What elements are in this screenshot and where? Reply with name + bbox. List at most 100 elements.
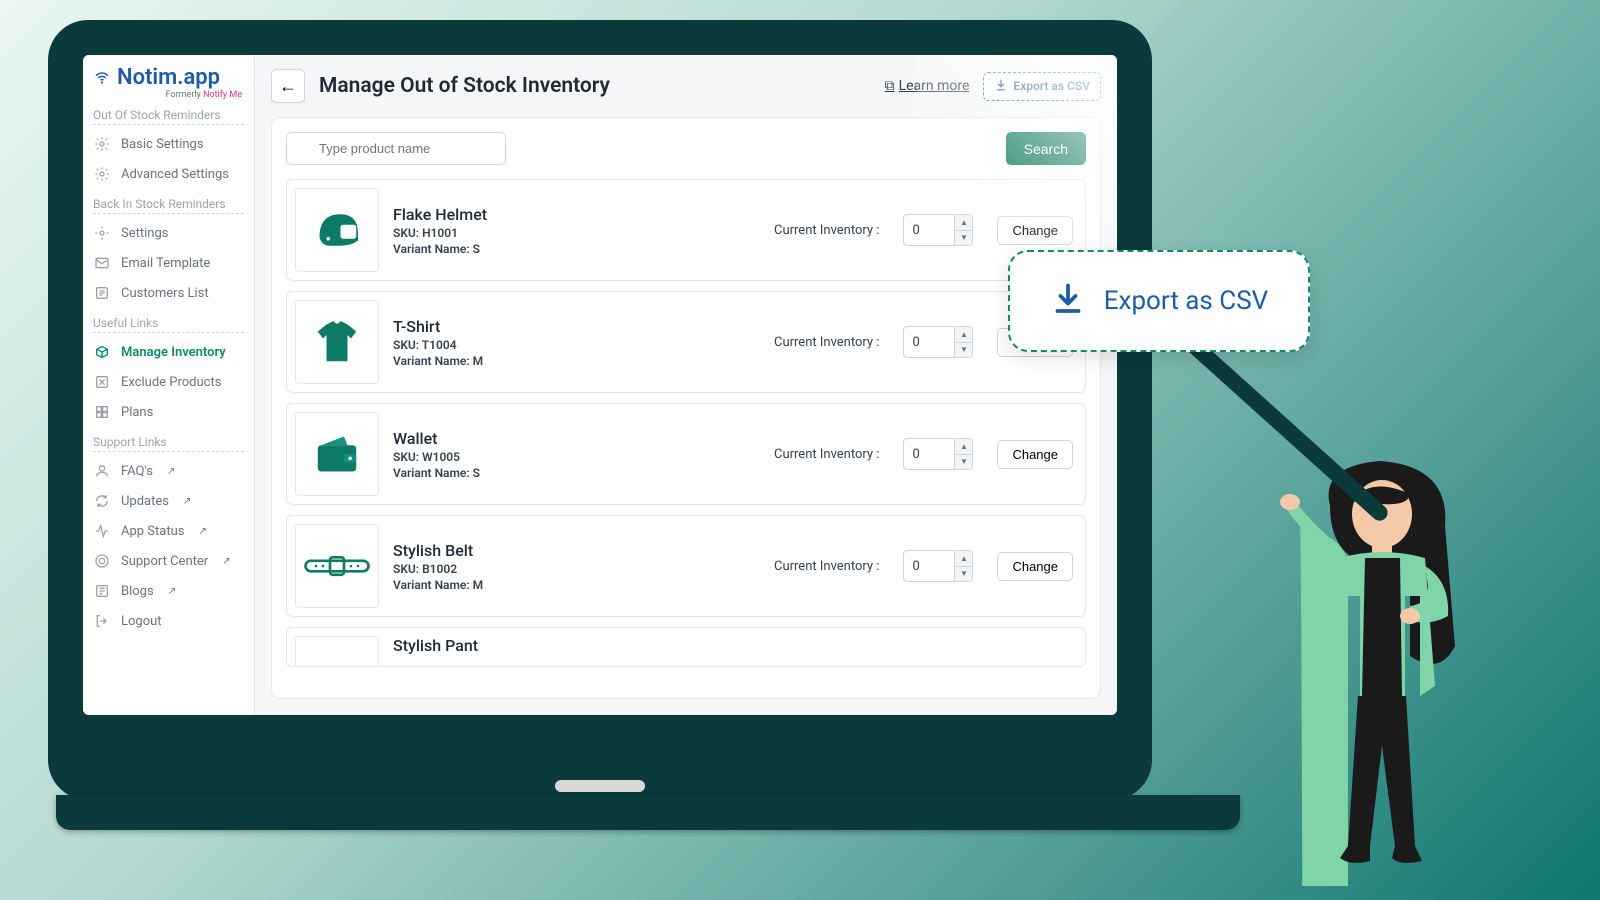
- exclude-icon: [93, 373, 111, 391]
- sidebar-item-label: Email Template: [121, 256, 210, 271]
- inventory-value: 0: [904, 551, 954, 581]
- external-link-icon: ↗: [183, 496, 191, 507]
- export-csv-button[interactable]: Export as CSV: [983, 72, 1101, 101]
- product-row: WalletSKU: W1005Variant Name: SCurrent I…: [286, 403, 1086, 505]
- change-button[interactable]: Change: [997, 440, 1073, 469]
- external-link-icon: ↗: [167, 466, 175, 477]
- arrow-left-icon: ←: [279, 76, 297, 97]
- sidebar-item-settings[interactable]: Settings: [83, 218, 254, 248]
- learn-more-link[interactable]: ⧉ Learn more: [885, 78, 970, 94]
- change-button[interactable]: Change: [997, 552, 1073, 581]
- page-header: ← Manage Out of Stock Inventory ⧉ Learn …: [255, 55, 1117, 117]
- search-row: Search: [286, 132, 1086, 165]
- export-label: Export as CSV: [1013, 79, 1090, 93]
- sidebar-item-app-status[interactable]: App Status ↗: [83, 516, 254, 546]
- inventory-label: Current Inventory :: [774, 447, 879, 462]
- step-up-button[interactable]: ▲: [955, 551, 972, 567]
- product-name: T-Shirt: [393, 317, 760, 336]
- refresh-icon: [93, 492, 111, 510]
- product-row: Stylish BeltSKU: B1002Variant Name: M Cur…: [286, 515, 1086, 617]
- step-down-button[interactable]: ▼: [955, 455, 972, 470]
- inventory-label: Current Inventory :: [774, 223, 879, 238]
- download-icon: [994, 78, 1008, 95]
- product-info: Stylish Pant: [393, 636, 1073, 655]
- inventory-value: 0: [904, 439, 954, 469]
- sidebar-item-label: Settings: [121, 226, 168, 241]
- grid-icon: [93, 403, 111, 421]
- sidebar-item-updates[interactable]: Updates ↗: [83, 486, 254, 516]
- product-variant: Variant Name: M: [393, 354, 760, 368]
- sidebar-item-blogs[interactable]: Blogs ↗: [83, 576, 254, 606]
- inventory-icon: [93, 343, 111, 361]
- logout-icon: [93, 612, 111, 630]
- inventory-stepper[interactable]: 0▲▼: [903, 550, 973, 582]
- product-variant: Variant Name: S: [393, 242, 760, 256]
- inventory-card: Search Flake HelmetSKU: H1001Variant Nam…: [271, 117, 1101, 699]
- sidebar-section-support-links: Support Links: [93, 435, 244, 452]
- back-button[interactable]: ←: [271, 69, 305, 103]
- sidebar-section-out-of-stock: Out Of Stock Reminders: [93, 108, 244, 125]
- product-info: Flake HelmetSKU: H1001Variant Name: S: [393, 205, 760, 256]
- callout-label: Export as CSV: [1104, 286, 1268, 316]
- sidebar-section-useful-links: Useful Links: [93, 316, 244, 333]
- product-thumbnail: [295, 412, 379, 496]
- step-up-button[interactable]: ▲: [955, 439, 972, 455]
- blog-icon: [93, 582, 111, 600]
- product-row: T-Shirt SKU: T1004 Variant Name: M Current …: [286, 291, 1086, 393]
- step-down-button[interactable]: ▼: [955, 231, 972, 246]
- product-thumbnail: [295, 524, 379, 608]
- sidebar-item-label: Plans: [121, 405, 153, 420]
- app-screen: Notim.app Formerly Notify Me Out Of Stoc…: [83, 55, 1117, 715]
- inventory-stepper[interactable]: 0▲▼: [903, 438, 973, 470]
- sidebar-item-exclude-products[interactable]: Exclude Products: [83, 367, 254, 397]
- list-icon: [93, 284, 111, 302]
- inventory-value: 0: [904, 327, 954, 357]
- product-thumbnail: [295, 300, 379, 384]
- laptop-base: [56, 795, 1240, 830]
- external-link-icon: ↗: [168, 586, 176, 597]
- gear-icon: [93, 224, 111, 242]
- user-icon: [93, 462, 111, 480]
- sidebar-item-manage-inventory[interactable]: Manage Inventory: [83, 337, 254, 367]
- mail-icon: [93, 254, 111, 272]
- sidebar-section-back-in-stock: Back In Stock Reminders: [93, 197, 244, 214]
- sidebar-item-label: Exclude Products: [121, 375, 221, 390]
- sidebar-item-support-center[interactable]: Support Center ↗: [83, 546, 254, 576]
- product-info: Stylish BeltSKU: B1002Variant Name: M: [393, 541, 760, 592]
- page-title: Manage Out of Stock Inventory: [319, 74, 871, 98]
- external-link-icon: ⧉: [885, 78, 895, 94]
- laptop-trackpad: [555, 780, 645, 792]
- inventory-label: Current Inventory :: [774, 559, 879, 574]
- export-callout: Export as CSV: [1008, 250, 1310, 352]
- sidebar-item-email-template[interactable]: Email Template: [83, 248, 254, 278]
- change-button[interactable]: Change: [997, 216, 1073, 245]
- brand-name: Notim.app: [117, 65, 220, 90]
- inventory-label: Current Inventory :: [774, 335, 879, 350]
- product-row: Stylish Pant: [286, 627, 1086, 667]
- sidebar-item-label: App Status: [121, 524, 184, 539]
- sidebar-item-logout[interactable]: Logout: [83, 606, 254, 636]
- step-up-button[interactable]: ▲: [955, 327, 972, 343]
- step-down-button[interactable]: ▼: [955, 343, 972, 358]
- inventory-stepper[interactable]: 0▲▼: [903, 326, 973, 358]
- step-up-button[interactable]: ▲: [955, 215, 972, 231]
- sidebar-item-basic-settings[interactable]: Basic Settings: [83, 129, 254, 159]
- activity-icon: [93, 522, 111, 540]
- product-thumbnail: [295, 636, 379, 667]
- sidebar-item-label: Customers List: [121, 286, 209, 301]
- product-sku: SKU: W1005: [393, 450, 760, 464]
- sidebar-item-plans[interactable]: Plans: [83, 397, 254, 427]
- product-name: Stylish Pant: [393, 636, 1073, 655]
- sidebar-item-customers-list[interactable]: Customers List: [83, 278, 254, 308]
- search-input[interactable]: [286, 132, 506, 165]
- product-name: Wallet: [393, 429, 760, 448]
- sidebar-item-faqs[interactable]: FAQ's ↗: [83, 456, 254, 486]
- sidebar-item-label: Blogs: [121, 584, 154, 599]
- inventory-value: 0: [904, 215, 954, 245]
- sidebar-item-advanced-settings[interactable]: Advanced Settings: [83, 159, 254, 189]
- inventory-stepper[interactable]: 0▲▼: [903, 214, 973, 246]
- product-sku: SKU: T1004: [393, 338, 760, 352]
- step-down-button[interactable]: ▼: [955, 567, 972, 582]
- search-button[interactable]: Search: [1006, 132, 1086, 165]
- sidebar-item-label: Manage Inventory: [121, 345, 226, 360]
